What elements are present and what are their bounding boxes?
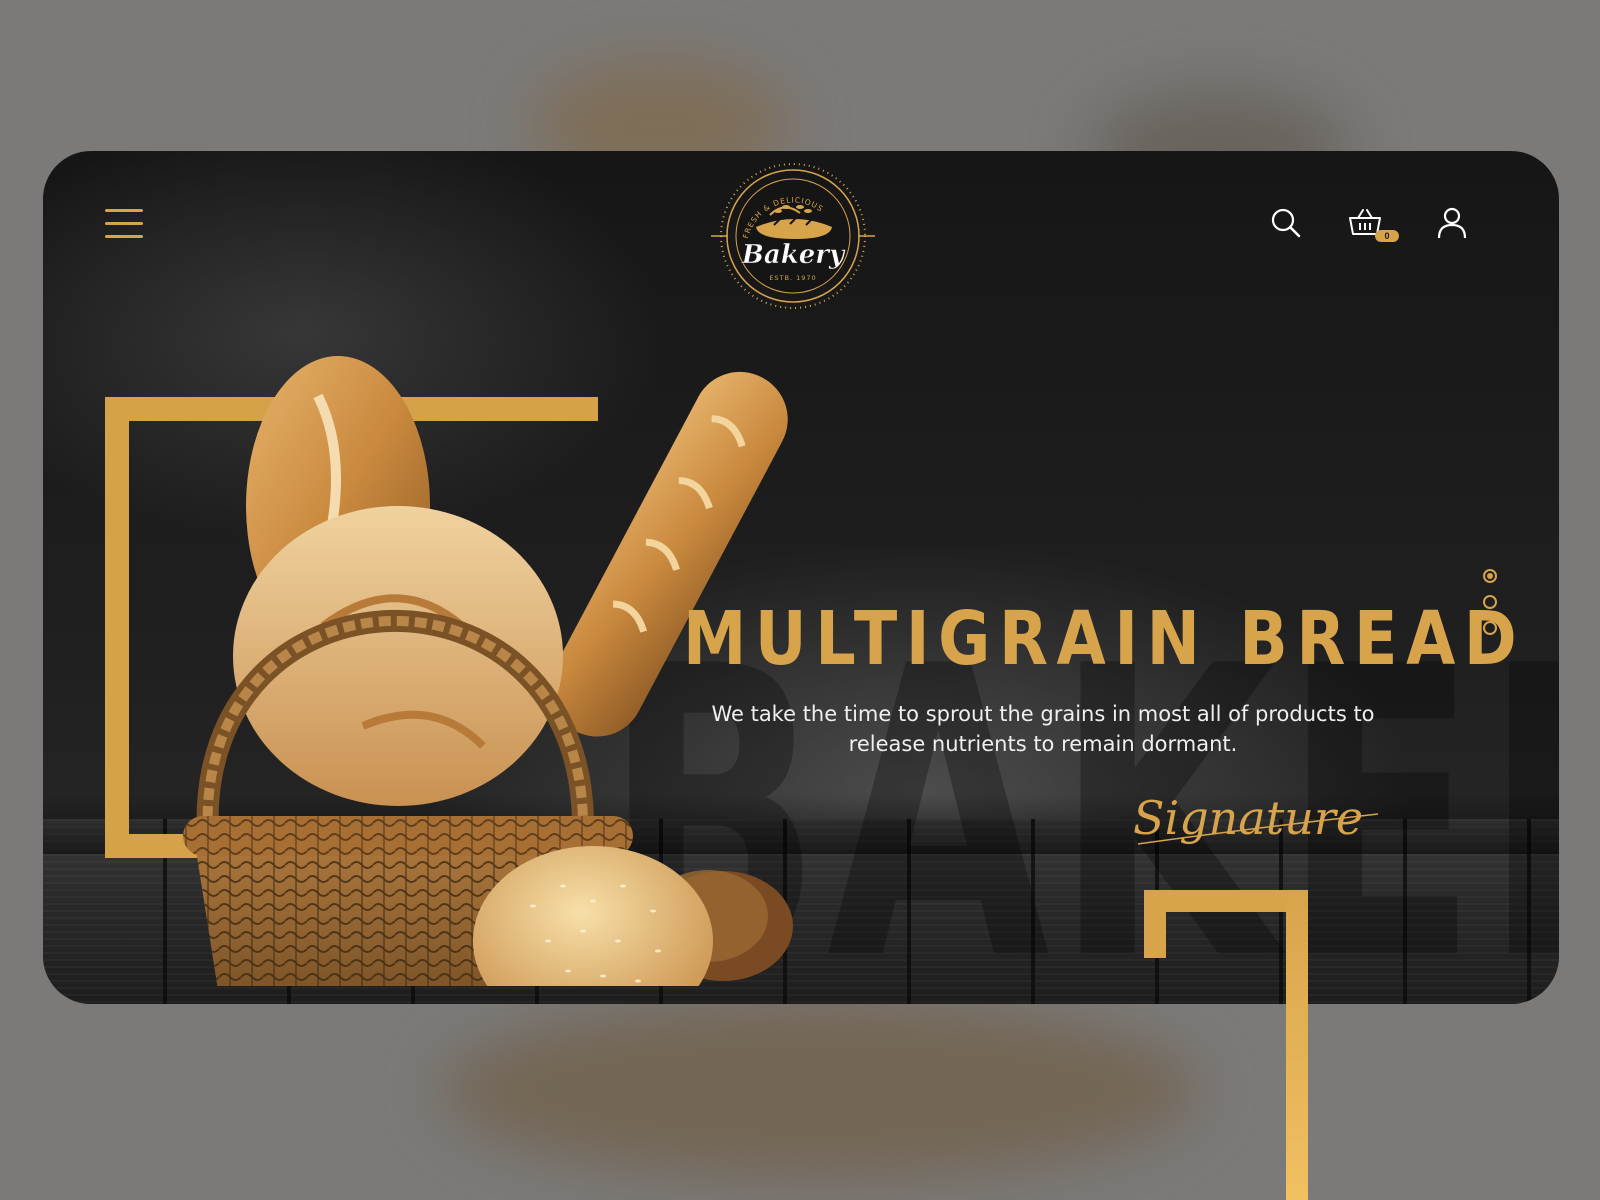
hero-card: BAKERY FRESH & DELICIOUS — [43, 151, 1559, 1004]
slide-dot-2[interactable] — [1483, 595, 1497, 609]
slide-dot-3[interactable] — [1483, 621, 1497, 635]
hero-title: MULTIGRAIN BREAD — [683, 596, 1526, 682]
hamburger-menu-icon[interactable] — [105, 207, 143, 241]
slide-dot-1[interactable] — [1483, 569, 1497, 583]
search-icon[interactable] — [1268, 205, 1304, 241]
signature: Signature — [1133, 791, 1379, 845]
user-icon[interactable] — [1434, 205, 1470, 241]
svg-text:ESTB. 1970: ESTB. 1970 — [769, 274, 816, 282]
svg-text:Signature: Signature — [1133, 791, 1363, 845]
svg-text:Bakery: Bakery — [741, 240, 846, 270]
hero-description: We take the time to sprout the grains in… — [711, 702, 1375, 756]
slider-pagination — [1482, 569, 1498, 649]
background-blur — [440, 1000, 1200, 1180]
cart-count-badge: 0 — [1375, 230, 1399, 242]
bakery-logo[interactable]: FRESH & DELICIOUS Bakery ESTB. 1970 — [708, 161, 878, 311]
decorative-bracket — [1144, 890, 1308, 1200]
